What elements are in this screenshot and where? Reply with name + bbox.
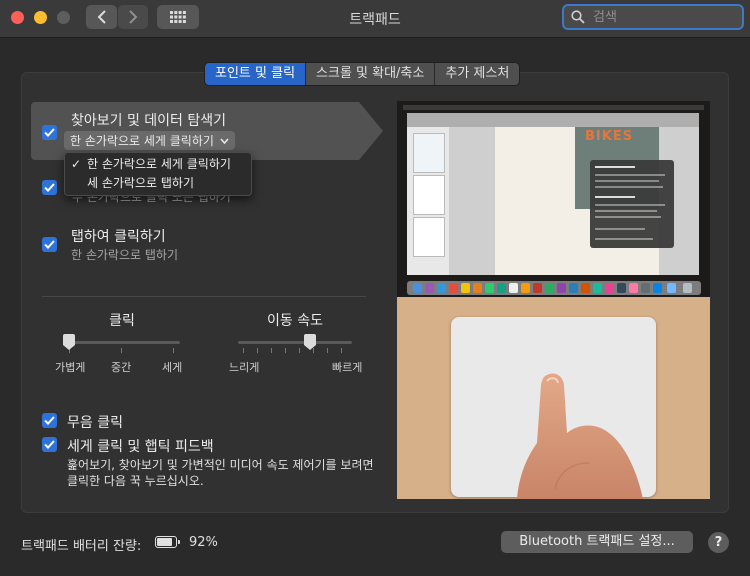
- checkmark-icon: [44, 440, 55, 449]
- speed-slider-title: 이동 속도: [267, 313, 323, 329]
- click-label-medium: 중간: [111, 361, 132, 374]
- silent-click-checkbox[interactable]: [42, 413, 57, 428]
- click-label-firm: 세게: [162, 361, 183, 374]
- force-click-checkbox[interactable]: [42, 437, 57, 452]
- force-click-label: 세게 클릭 및 햅틱 피드백: [67, 439, 214, 455]
- tab-more-gestures[interactable]: 추가 제스처: [434, 63, 520, 85]
- lookup-gesture-value: 한 손가락으로 세게 클릭하기: [70, 134, 214, 148]
- slider-tick: [121, 348, 122, 353]
- checkmark-icon: [44, 128, 55, 137]
- search-icon: [571, 10, 585, 24]
- checkmark-icon: [44, 183, 55, 192]
- menu-item-label: 세 손가락으로 탭하기: [87, 176, 194, 190]
- gesture-preview-video: BIKES: [397, 101, 710, 499]
- divider: [42, 296, 366, 297]
- lookup-checkbox[interactable]: [42, 125, 57, 140]
- preview-dock: [407, 281, 701, 295]
- chevron-down-icon: [220, 138, 229, 144]
- preview-doc-title: BIKES: [585, 129, 634, 144]
- silent-click-label: 무음 클릭: [67, 415, 123, 431]
- speed-label-fast: 빠르게: [332, 361, 363, 374]
- tab-bar: 포인트 및 클릭 스크롤 및 확대/축소 추가 제스처: [204, 62, 521, 86]
- highlight-arrow: [359, 102, 383, 160]
- click-slider-title: 클릭: [109, 313, 135, 329]
- battery-icon: [155, 536, 180, 548]
- checkmark-icon: [44, 416, 55, 425]
- gesture-dropdown-menu: ✓ 한 손가락으로 세게 클릭하기 세 손가락으로 탭하기: [64, 152, 252, 196]
- menu-item-label: 한 손가락으로 세게 클릭하기: [87, 157, 231, 171]
- menu-item-tap-three-fingers[interactable]: 세 손가락으로 탭하기: [65, 174, 251, 193]
- hand-illustration: [517, 373, 643, 499]
- bluetooth-trackpad-setup-button[interactable]: Bluetooth 트랙패드 설정...: [501, 531, 693, 553]
- checkmark-icon: [44, 240, 55, 249]
- click-slider-track[interactable]: [64, 341, 180, 344]
- tap-to-click-subtitle: 한 손가락으로 탭하기: [71, 248, 178, 262]
- secondary-click-checkbox[interactable]: [42, 180, 57, 195]
- tap-to-click-title: 탭하여 클릭하기: [71, 229, 166, 245]
- lookup-title: 찾아보기 및 데이터 탐색기: [71, 113, 227, 129]
- speed-slider-track[interactable]: [238, 341, 352, 344]
- checkmark-icon: ✓: [71, 157, 82, 171]
- battery-percent: 92%: [189, 535, 218, 550]
- slider-tick: [173, 348, 174, 353]
- title-bar: 트랙패드: [0, 0, 750, 38]
- tab-scroll-and-zoom[interactable]: 스크롤 및 확대/축소: [305, 63, 435, 85]
- help-button[interactable]: ?: [708, 532, 729, 553]
- battery-label: 트랙패드 배터리 잔량:: [21, 539, 142, 554]
- menu-item-force-click-one-finger[interactable]: ✓ 한 손가락으로 세게 클릭하기: [65, 155, 251, 174]
- speed-label-slow: 느리게: [229, 361, 260, 374]
- preview-screen: BIKES: [397, 101, 710, 297]
- tap-to-click-checkbox[interactable]: [42, 237, 57, 252]
- lookup-gesture-popup[interactable]: 한 손가락으로 세게 클릭하기: [64, 131, 235, 150]
- force-click-description: 훑어보기, 찾아보기 및 가변적인 미디어 속도 제어기를 보려면 클릭한 다음…: [67, 458, 374, 488]
- tab-point-and-click[interactable]: 포인트 및 클릭: [205, 63, 306, 85]
- search-field[interactable]: [562, 4, 744, 30]
- search-input[interactable]: [591, 8, 735, 26]
- click-label-light: 가볍게: [55, 361, 86, 374]
